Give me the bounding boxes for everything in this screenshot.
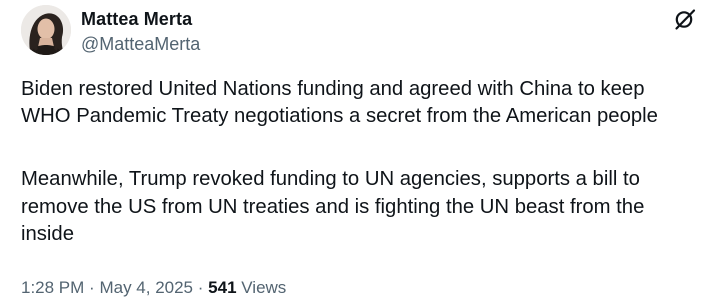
grok-icon[interactable] <box>673 7 697 31</box>
tweet-text-line: inside <box>21 222 74 245</box>
tweet-text: Biden restored United Nations funding an… <box>21 76 711 248</box>
avatar[interactable] <box>21 5 71 55</box>
tweet-time[interactable]: 1:28 PM <box>21 278 84 297</box>
tweet-date[interactable]: May 4, 2025 <box>99 278 193 297</box>
meta-separator: · <box>89 278 95 297</box>
tweet-card: Mattea Merta @MatteaMerta Biden restored… <box>0 0 715 308</box>
profile-photo-icon <box>21 5 71 55</box>
meta-separator: · <box>197 278 204 297</box>
tweet-text-line: WHO Pandemic Treaty negotiations a secre… <box>21 105 658 128</box>
tweet-text-line: Meanwhile, Trump revoked funding to UN a… <box>21 168 640 191</box>
tweet-text-line: Biden restored United Nations funding an… <box>21 78 645 100</box>
views-count: 541 <box>208 278 237 297</box>
tweet-text-line: remove the US from UN treaties and is fi… <box>21 195 645 218</box>
tweet-meta: 1:28 PM · May 4, 2025 · 541 Views <box>21 278 286 298</box>
views-label: Views <box>241 278 287 297</box>
author-handle[interactable]: @MatteaMerta <box>81 34 200 55</box>
author-display-name[interactable]: Mattea Merta <box>81 9 192 30</box>
